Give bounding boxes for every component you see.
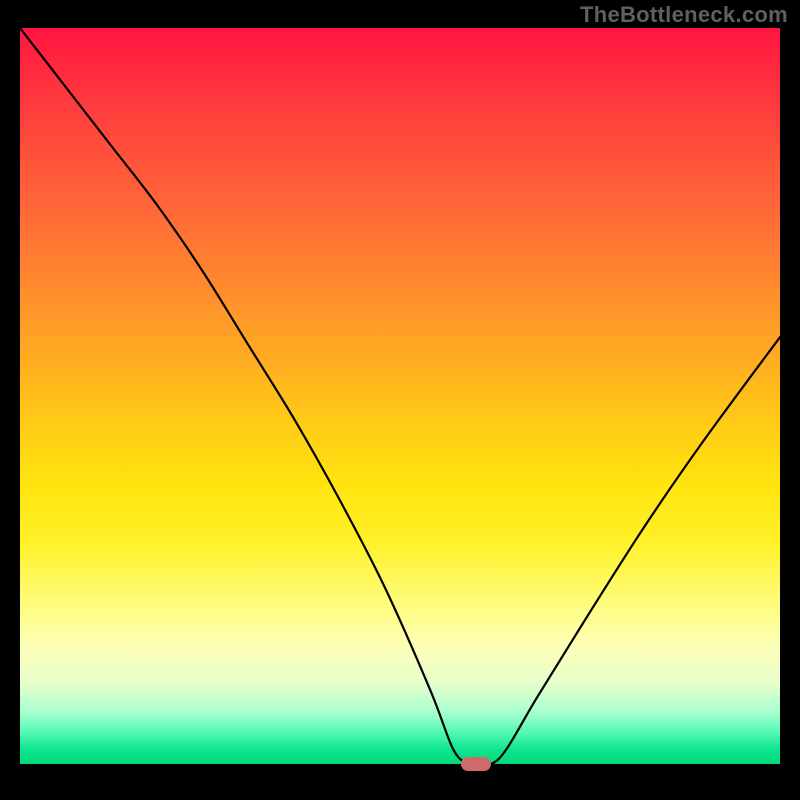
plot-area xyxy=(20,28,780,764)
chart-frame: TheBottleneck.com xyxy=(0,0,800,800)
background-gradient xyxy=(20,28,780,764)
attribution-label: TheBottleneck.com xyxy=(580,2,788,28)
minimum-marker xyxy=(461,757,491,771)
